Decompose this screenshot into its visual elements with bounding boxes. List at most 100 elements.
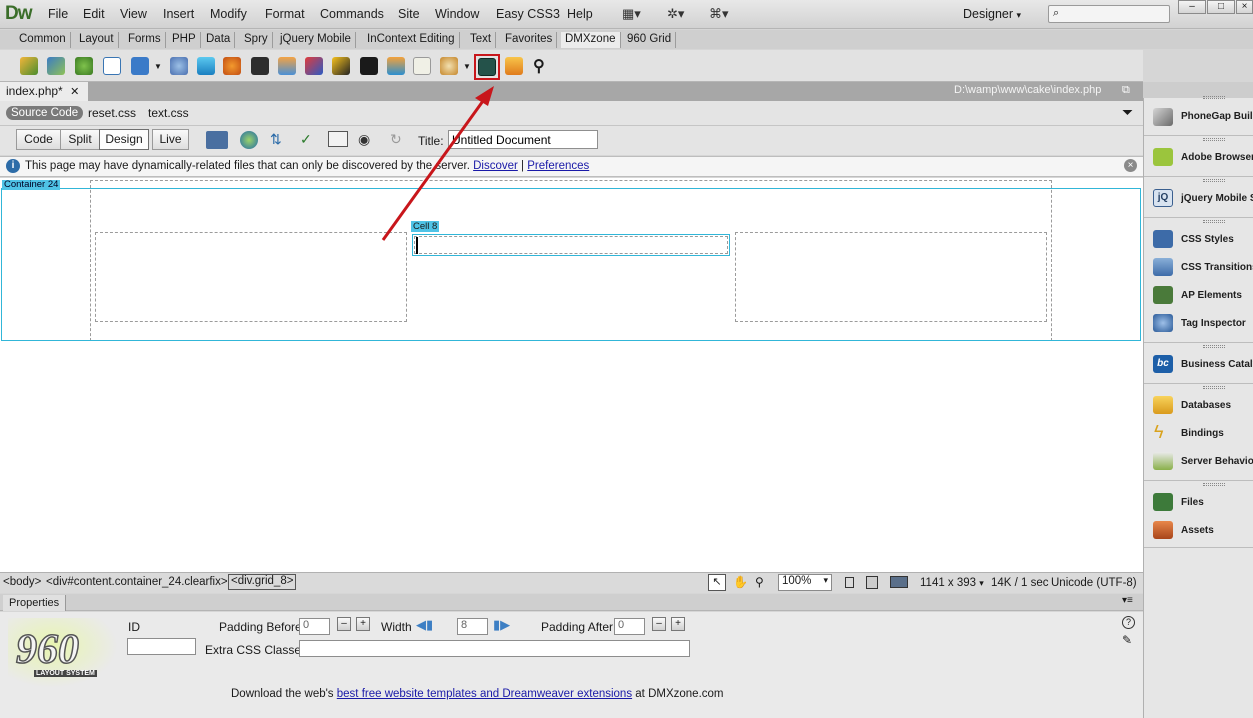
gallery-icon[interactable] bbox=[278, 57, 296, 75]
tab-incontext-editing[interactable]: InContext Editing bbox=[363, 32, 460, 48]
width-increase-icon[interactable]: ▮▶ bbox=[493, 617, 510, 633]
tablet-size-icon[interactable] bbox=[866, 576, 878, 589]
panel-files[interactable]: Files bbox=[1181, 497, 1253, 508]
panel-server-behaviors[interactable]: Server Behaviors bbox=[1181, 456, 1253, 467]
settings-icon[interactable] bbox=[75, 57, 93, 75]
padding-before-input[interactable]: 0 bbox=[299, 618, 330, 635]
multiscreen-icon[interactable] bbox=[206, 131, 228, 149]
film-icon[interactable] bbox=[251, 57, 269, 75]
panel-css-transitions[interactable]: CSS Transitions bbox=[1181, 262, 1253, 273]
live-view-button[interactable]: Live bbox=[152, 129, 189, 150]
split-view-button[interactable]: Split bbox=[60, 129, 100, 150]
related-file-reset-css[interactable]: reset.css bbox=[88, 106, 136, 120]
minimize-button[interactable]: – bbox=[1178, 0, 1206, 14]
validate-icon[interactable]: ✓ bbox=[300, 131, 312, 148]
tag-div-grid-8[interactable]: <div.grid_8> bbox=[228, 574, 297, 590]
width-decrease-icon[interactable]: ◀▮ bbox=[416, 617, 433, 633]
panel-bindings[interactable]: Bindings bbox=[1181, 428, 1253, 439]
panel-grip[interactable] bbox=[1203, 483, 1225, 486]
related-file-source-code[interactable]: Source Code bbox=[6, 106, 84, 120]
slideshow-icon[interactable] bbox=[332, 57, 350, 75]
tab-php[interactable]: PHP bbox=[168, 32, 201, 48]
magnifier-icon[interactable]: ⚲ bbox=[533, 56, 545, 76]
design-view-button[interactable]: Design bbox=[99, 129, 149, 150]
tab-layout[interactable]: Layout bbox=[75, 32, 119, 48]
layout-icon[interactable]: ▦▾ bbox=[622, 6, 648, 22]
zoom-tool-icon[interactable]: ⚲ bbox=[755, 575, 764, 589]
maximize-button[interactable]: □ bbox=[1207, 0, 1235, 14]
rss-icon[interactable] bbox=[223, 57, 241, 75]
menu-modify[interactable]: Modify bbox=[210, 7, 247, 21]
related-file-text-css[interactable]: text.css bbox=[148, 106, 189, 120]
panel-databases[interactable]: Databases bbox=[1181, 400, 1253, 411]
grid-cell-right[interactable] bbox=[735, 232, 1047, 322]
menu-format[interactable]: Format bbox=[265, 7, 305, 21]
preferences-link[interactable]: Preferences bbox=[527, 160, 589, 172]
zoom-select[interactable]: 100% ▾ bbox=[778, 574, 832, 591]
window-icon[interactable] bbox=[131, 57, 149, 75]
menu-help[interactable]: Help bbox=[567, 7, 593, 21]
menu-easy-css3[interactable]: Easy CSS3 bbox=[496, 7, 560, 21]
panel-ap-elements[interactable]: AP Elements bbox=[1181, 290, 1253, 301]
panel-options-icon[interactable]: ▾≡ bbox=[1122, 595, 1133, 606]
padding-after-input[interactable]: 0 bbox=[614, 618, 645, 635]
tab-960-grid[interactable]: 960 Grid bbox=[623, 32, 677, 48]
document-icon[interactable] bbox=[413, 57, 431, 75]
clapper-icon[interactable] bbox=[360, 57, 378, 75]
panel-grip[interactable] bbox=[1203, 96, 1225, 99]
padding-before-increase-button[interactable]: + bbox=[356, 617, 370, 631]
menu-edit[interactable]: Edit bbox=[83, 7, 105, 21]
panel-jquery-mobile-swatches[interactable]: jQuery Mobile Swatches bbox=[1181, 193, 1253, 204]
bubble-icon[interactable] bbox=[197, 57, 215, 75]
tag-div-content[interactable]: <div#content.container_24.clearfix> bbox=[46, 576, 228, 588]
browser-preview-icon[interactable] bbox=[240, 131, 258, 149]
panel-phonegap-build[interactable]: PhoneGap Build bbox=[1181, 111, 1253, 122]
document-tab[interactable]: index.php* ✕ bbox=[0, 82, 88, 101]
tab-data[interactable]: Data bbox=[202, 32, 236, 48]
menu-commands[interactable]: Commands bbox=[320, 7, 384, 21]
grid-cell-left[interactable] bbox=[95, 232, 407, 322]
close-window-button[interactable]: × bbox=[1236, 0, 1253, 14]
desktop-size-icon[interactable] bbox=[890, 576, 908, 588]
extra-css-input[interactable] bbox=[299, 640, 690, 657]
mobile-size-icon[interactable] bbox=[845, 577, 854, 588]
audio-icon[interactable] bbox=[440, 57, 458, 75]
tab-common[interactable]: Common bbox=[15, 32, 71, 48]
layers-icon[interactable] bbox=[387, 57, 405, 75]
download-link[interactable]: best free website templates and Dreamwea… bbox=[337, 688, 632, 700]
menu-site[interactable]: Site bbox=[398, 7, 420, 21]
menu-file[interactable]: File bbox=[48, 7, 68, 21]
flash-icon[interactable] bbox=[305, 57, 323, 75]
width-input[interactable]: 8 bbox=[457, 618, 488, 635]
dmx-extension-icon[interactable] bbox=[505, 57, 523, 75]
window-dimensions[interactable]: 1141 x 393 ▾ bbox=[920, 577, 984, 589]
padding-after-decrease-button[interactable]: – bbox=[652, 617, 666, 631]
panel-adobe-browserlab[interactable]: Adobe BrowserLab bbox=[1181, 152, 1253, 163]
chevron-down-icon[interactable]: ▼ bbox=[154, 62, 162, 71]
edit-image-icon[interactable] bbox=[20, 57, 38, 75]
tab-favorites[interactable]: Favorites bbox=[501, 32, 558, 48]
panel-business-catalyst[interactable]: Business Catalyst bbox=[1181, 359, 1253, 370]
code-view-button[interactable]: Code bbox=[16, 129, 61, 150]
panel-grip[interactable] bbox=[1203, 220, 1225, 223]
panel-grip[interactable] bbox=[1203, 179, 1225, 182]
spiral-icon[interactable] bbox=[170, 57, 188, 75]
menu-window[interactable]: Window bbox=[435, 7, 479, 21]
file-transfer-icon[interactable]: ⇅ bbox=[270, 131, 282, 148]
help-search-input[interactable]: ⌕ bbox=[1048, 5, 1170, 23]
image-icon[interactable] bbox=[47, 57, 65, 75]
padding-before-decrease-button[interactable]: – bbox=[337, 617, 351, 631]
restore-icon[interactable]: ⧉ bbox=[1122, 84, 1130, 97]
panel-css-styles[interactable]: CSS Styles bbox=[1181, 234, 1253, 245]
menu-insert[interactable]: Insert bbox=[163, 7, 194, 21]
tab-forms[interactable]: Forms bbox=[124, 32, 166, 48]
help-icon[interactable]: ? bbox=[1122, 616, 1135, 629]
padding-after-increase-button[interactable]: + bbox=[671, 617, 685, 631]
properties-tab[interactable]: Properties bbox=[3, 595, 67, 611]
quick-edit-icon[interactable]: ✎ bbox=[1122, 633, 1132, 647]
site-manager-icon[interactable]: ⌘▾ bbox=[709, 6, 735, 22]
id-input[interactable] bbox=[127, 638, 196, 655]
gear-icon[interactable]: ✲▾ bbox=[667, 6, 693, 22]
panel-assets[interactable]: Assets bbox=[1181, 525, 1253, 536]
panel-grip[interactable] bbox=[1203, 345, 1225, 348]
